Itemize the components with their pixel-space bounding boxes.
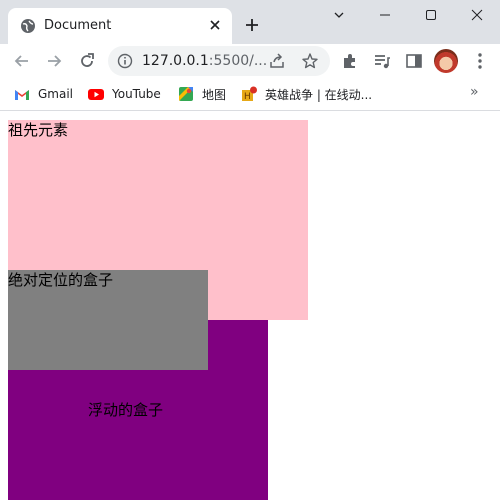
bookmarks-more-icon[interactable]: » (470, 84, 479, 100)
close-icon[interactable] (208, 18, 222, 32)
bookmark-maps[interactable]: 地图 (178, 85, 226, 103)
share-icon[interactable] (268, 52, 286, 74)
tab-strip: Document (0, 0, 500, 44)
extensions-icon[interactable] (340, 51, 360, 71)
browser-tab[interactable]: Document (8, 8, 232, 44)
url-text[interactable]: 127.0.0.1:5500/... (142, 53, 267, 69)
globe-icon (20, 18, 36, 34)
bookmark-label: Gmail (38, 87, 74, 101)
game-icon: H (241, 86, 257, 102)
bookmark-gmail[interactable]: Gmail (14, 85, 73, 103)
profile-avatar[interactable] (434, 49, 458, 73)
new-tab-icon[interactable] (244, 17, 260, 33)
bookmark-label: 地图 (202, 87, 227, 102)
maximize-icon[interactable] (408, 0, 454, 30)
back-arrow-icon[interactable] (12, 51, 32, 71)
bookmark-star-icon[interactable] (301, 52, 319, 74)
youtube-icon (88, 86, 104, 102)
toolbar: 127.0.0.1:5500/... (0, 44, 500, 78)
chevron-down-icon[interactable] (316, 0, 362, 30)
window-close-icon[interactable] (454, 0, 500, 30)
page-content: 祖先元素 绝对定位的盒子 浮动的盒子 (0, 111, 500, 503)
url-path: :5500/... (208, 53, 268, 69)
maps-icon (178, 86, 194, 102)
reload-icon[interactable] (77, 51, 97, 71)
ancestor-label: 祖先元素 (8, 121, 69, 139)
more-menu-icon[interactable] (470, 51, 490, 71)
bookmark-label: YouTube (112, 87, 161, 101)
url-host: 127.0.0.1 (142, 53, 209, 69)
forward-arrow-icon[interactable] (44, 51, 64, 71)
absolute-label: 绝对定位的盒子 (8, 271, 114, 289)
address-bar[interactable]: 127.0.0.1:5500/... (108, 46, 330, 76)
site-info-icon[interactable] (117, 53, 133, 73)
tab-title: Document (44, 18, 112, 33)
side-panel-icon[interactable] (404, 51, 424, 71)
bookmarks-bar: Gmail YouTube 地图 H 英雄战争 | 在线动... » (0, 78, 500, 111)
minimize-icon[interactable] (362, 0, 408, 30)
bookmark-label: 英雄战争 | 在线动... (265, 87, 373, 102)
svg-text:H: H (244, 92, 251, 102)
bookmark-game[interactable]: H 英雄战争 | 在线动... (241, 85, 372, 103)
bookmark-youtube[interactable]: YouTube (88, 85, 161, 103)
media-playlist-icon[interactable] (372, 51, 392, 71)
gmail-icon (14, 86, 30, 102)
float-label: 浮动的盒子 (88, 401, 164, 419)
